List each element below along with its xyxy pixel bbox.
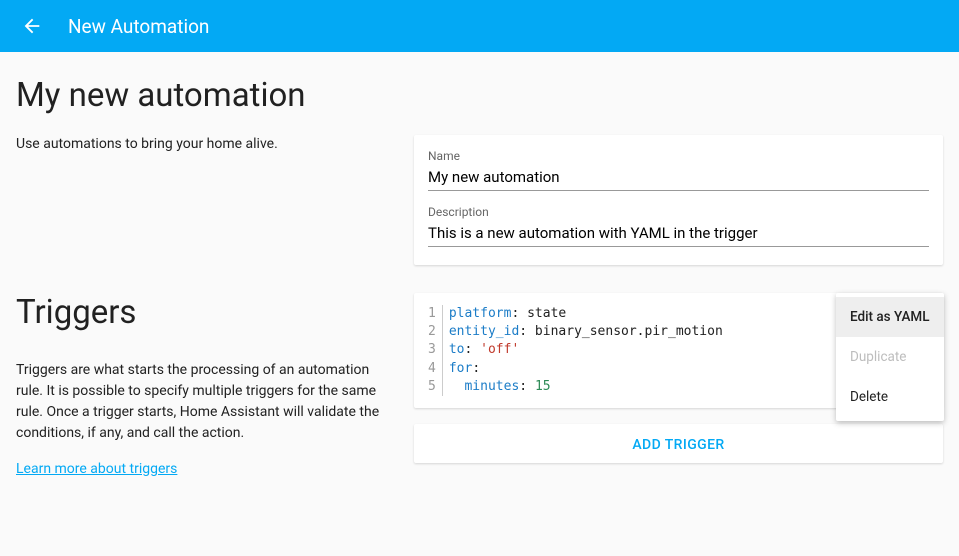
menu-edit-yaml[interactable]: Edit as YAML [836,297,944,337]
name-label: Name [428,149,929,163]
description-input[interactable] [428,221,929,247]
triggers-title: Triggers [16,293,396,332]
code-lines: platform: stateentity_id: binary_sensor.… [443,305,723,396]
add-trigger-label: ADD TRIGGER [632,437,724,453]
automation-info-card: Name Description [414,135,943,265]
menu-duplicate: Duplicate [836,337,944,377]
triggers-description: Triggers are what starts the processing … [16,360,396,444]
page-title: My new automation [16,76,943,115]
name-input[interactable] [428,165,929,191]
add-trigger-button[interactable]: ADD TRIGGER [414,424,943,463]
arrow-back-icon [21,15,43,37]
line-gutter: 12345 [424,305,443,396]
trigger-card: 12345 platform: stateentity_id: binary_s… [414,293,943,408]
appbar-title: New Automation [68,15,209,38]
learn-more-link[interactable]: Learn more about triggers [16,461,177,477]
trigger-menu: Edit as YAML Duplicate Delete [836,293,944,421]
back-button[interactable] [12,6,52,46]
description-label: Description [428,205,929,219]
page-intro: Use automations to bring your home alive… [16,135,396,155]
appbar: New Automation [0,0,959,52]
menu-delete[interactable]: Delete [836,377,944,417]
